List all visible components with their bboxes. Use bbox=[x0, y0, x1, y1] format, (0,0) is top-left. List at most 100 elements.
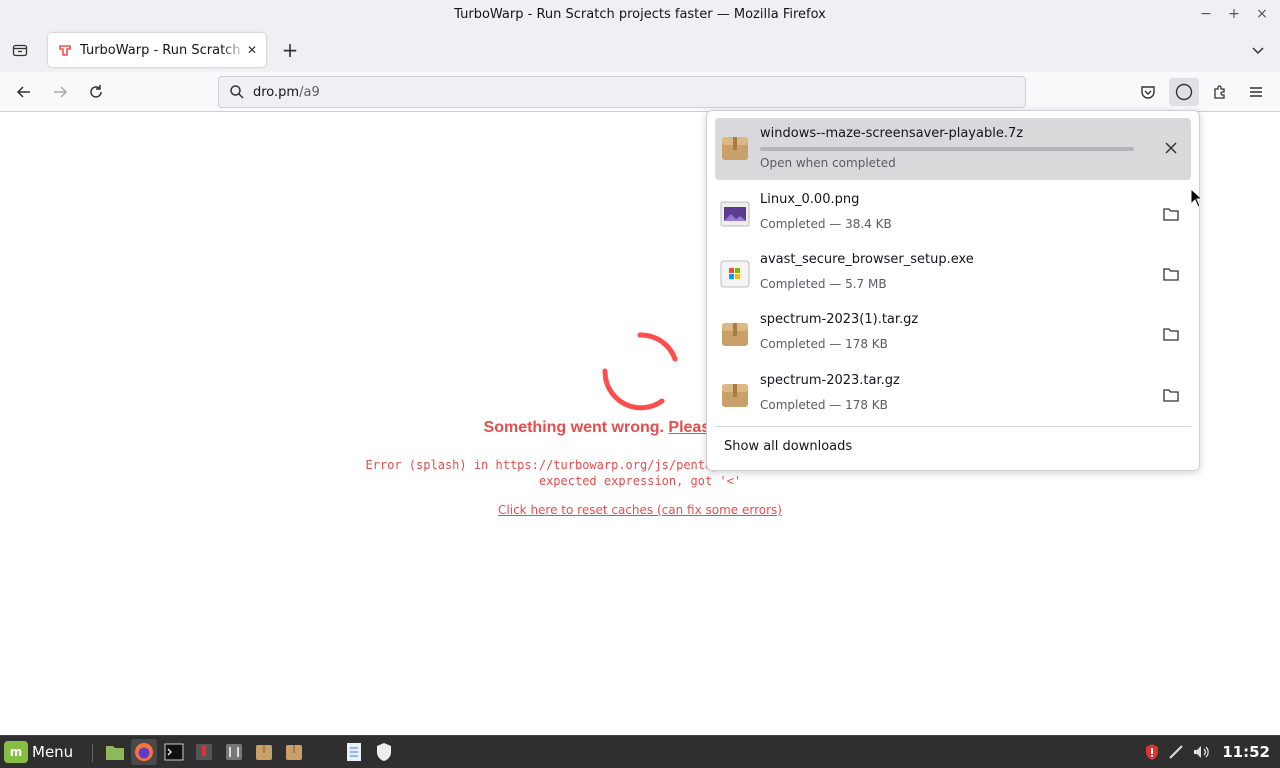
url-host: dro.pm bbox=[253, 84, 300, 100]
pocket-button[interactable] bbox=[1133, 78, 1163, 106]
download-name: Linux_0.00.png bbox=[760, 192, 860, 207]
url-text: dro.pm/a9 bbox=[253, 85, 320, 100]
cancel-download-button[interactable] bbox=[1157, 134, 1185, 162]
firefox-icon bbox=[135, 743, 153, 761]
download-item[interactable]: spectrum-2023(1).tar.gz Completed — 178 … bbox=[715, 304, 1191, 366]
show-in-folder-button[interactable] bbox=[1157, 320, 1185, 348]
search-icon bbox=[230, 85, 244, 99]
taskbar-app-button[interactable] bbox=[191, 739, 217, 765]
download-item[interactable]: avast_secure_browser_setup.exe Completed… bbox=[715, 244, 1191, 306]
download-status: Completed — 5.7 MB bbox=[760, 277, 887, 291]
firefox-view-icon bbox=[12, 44, 28, 57]
download-name: avast_secure_browser_setup.exe bbox=[760, 252, 974, 267]
minimize-button[interactable]: − bbox=[1194, 2, 1218, 26]
network-icon[interactable] bbox=[1168, 744, 1184, 760]
folder-icon bbox=[1163, 389, 1179, 402]
archive-manager-button-2[interactable] bbox=[281, 739, 307, 765]
archive-icon bbox=[722, 137, 748, 160]
show-in-folder-button[interactable] bbox=[1157, 200, 1185, 228]
loading-spinner bbox=[602, 332, 678, 411]
text-editor-button[interactable] bbox=[341, 739, 367, 765]
download-status: Completed — 38.4 KB bbox=[760, 217, 892, 231]
new-tab-button[interactable]: + bbox=[278, 38, 302, 62]
puzzle-icon bbox=[1214, 85, 1225, 99]
back-button[interactable] bbox=[10, 78, 38, 106]
download-status: Completed — 178 KB bbox=[760, 398, 888, 412]
show-in-folder-button[interactable] bbox=[1157, 381, 1185, 409]
security-app-button[interactable] bbox=[371, 739, 397, 765]
shield-alert-icon[interactable] bbox=[1144, 743, 1160, 761]
download-progress-icon bbox=[1175, 83, 1193, 101]
download-item[interactable]: Linux_0.00.png Completed — 38.4 KB bbox=[715, 184, 1191, 246]
download-status: Open when completed bbox=[760, 156, 896, 170]
folder-icon bbox=[1163, 328, 1179, 341]
download-name: spectrum-2023.tar.gz bbox=[760, 373, 900, 388]
window-titlebar: TurboWarp - Run Scratch projects faster … bbox=[0, 0, 1280, 28]
downloads-button[interactable] bbox=[1169, 78, 1199, 106]
start-menu-button[interactable]: m Menu bbox=[4, 739, 73, 765]
downloads-divider bbox=[715, 426, 1191, 427]
clock[interactable]: 11:52 bbox=[1222, 743, 1270, 761]
extensions-button[interactable] bbox=[1205, 78, 1235, 106]
pocket-icon bbox=[1141, 86, 1155, 99]
archive-manager-button[interactable] bbox=[251, 739, 277, 765]
url-bar[interactable]: dro.pm/a9 bbox=[218, 76, 1026, 108]
list-all-tabs-button[interactable] bbox=[1246, 38, 1270, 62]
exe-file-icon bbox=[720, 260, 750, 288]
tab-strip: TurboWarp - Run Scratch projects faster … bbox=[0, 28, 1280, 72]
reset-caches-link[interactable]: Click here to reset caches (can fix some… bbox=[0, 503, 1280, 517]
download-progress-bar bbox=[760, 147, 1134, 151]
mouse-cursor-icon bbox=[1190, 188, 1204, 208]
archive-icon bbox=[722, 323, 748, 346]
arrow-right-icon bbox=[54, 86, 68, 98]
reload-icon bbox=[90, 85, 102, 98]
settings-icon bbox=[226, 744, 242, 760]
maximize-button[interactable]: + bbox=[1222, 2, 1246, 26]
folder-icon bbox=[106, 746, 124, 760]
image-file-icon bbox=[720, 201, 750, 227]
menu-label: Menu bbox=[32, 743, 74, 761]
volume-icon[interactable] bbox=[1192, 744, 1210, 760]
navigation-toolbar: dro.pm/a9 bbox=[0, 72, 1280, 112]
hamburger-menu-icon bbox=[1250, 87, 1262, 97]
firefox-app-button[interactable] bbox=[131, 739, 157, 765]
download-item[interactable]: spectrum-2023.tar.gz Completed — 178 KB bbox=[715, 365, 1191, 427]
tab-turbowarp[interactable]: TurboWarp - Run Scratch projects faster … bbox=[48, 33, 266, 67]
firefox-view-button[interactable] bbox=[8, 38, 32, 62]
arrow-left-icon bbox=[16, 86, 30, 98]
show-all-downloads-button[interactable]: Show all downloads bbox=[724, 439, 852, 454]
url-path: /a9 bbox=[299, 84, 320, 100]
close-window-button[interactable]: × bbox=[1250, 2, 1274, 26]
app-window-icon bbox=[196, 744, 212, 760]
chevron-down-icon bbox=[1252, 47, 1264, 55]
taskbar-separator bbox=[92, 744, 93, 762]
files-app-button[interactable] bbox=[102, 739, 128, 765]
turbowarp-icon bbox=[58, 43, 72, 57]
window-title: TurboWarp - Run Scratch projects faster … bbox=[454, 6, 826, 22]
downloads-panel: windows--maze-screensaver-playable.7z Op… bbox=[706, 110, 1200, 471]
reload-button[interactable] bbox=[82, 78, 110, 106]
linux-mint-icon: m bbox=[4, 741, 28, 763]
archive-icon bbox=[286, 745, 302, 760]
forward-button[interactable] bbox=[46, 78, 74, 106]
download-status: Completed — 178 KB bbox=[760, 337, 888, 351]
archive-icon bbox=[722, 384, 748, 407]
blank-app-button[interactable] bbox=[311, 739, 337, 765]
system-tray: 11:52 bbox=[1144, 739, 1270, 765]
error-detail-line: expected expression, got '<' bbox=[538, 474, 742, 488]
window-controls: − + × bbox=[1194, 0, 1274, 28]
show-in-folder-button[interactable] bbox=[1157, 260, 1185, 288]
folder-icon bbox=[1163, 268, 1179, 281]
document-icon bbox=[347, 743, 361, 761]
terminal-app-button[interactable] bbox=[161, 739, 187, 765]
download-name: spectrum-2023(1).tar.gz bbox=[760, 312, 919, 327]
folder-icon bbox=[1163, 208, 1179, 221]
taskbar: m Menu 11:52 bbox=[0, 735, 1280, 768]
app-menu-button[interactable] bbox=[1241, 78, 1271, 106]
tab-close-icon[interactable]: ✕ bbox=[244, 42, 260, 58]
download-item[interactable]: windows--maze-screensaver-playable.7z Op… bbox=[715, 118, 1191, 180]
settings-app-button[interactable] bbox=[221, 739, 247, 765]
archive-icon bbox=[256, 745, 272, 760]
close-icon bbox=[1165, 142, 1177, 154]
error-title-prefix: Something went wrong. bbox=[483, 419, 669, 436]
